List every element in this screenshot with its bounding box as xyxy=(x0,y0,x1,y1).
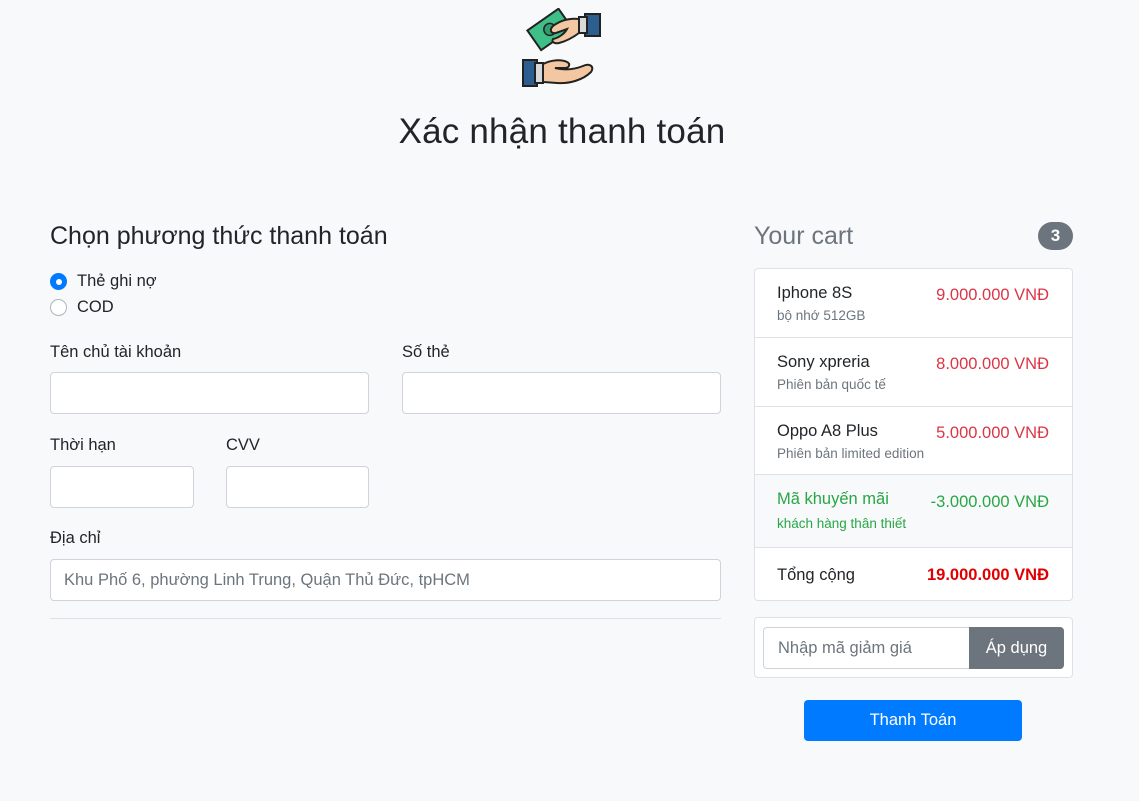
debit-label: Thẻ ghi nợ xyxy=(77,272,157,290)
page-title: Xác nhận thanh toán xyxy=(398,112,726,151)
coupon-input[interactable] xyxy=(763,627,969,669)
item-description: bộ nhớ 512GB xyxy=(777,308,866,323)
address-field[interactable] xyxy=(50,559,721,601)
account-name-field[interactable] xyxy=(50,372,369,414)
item-price: 9.000.000 VNĐ xyxy=(936,286,1049,304)
item-name: Oppo A8 Plus xyxy=(777,422,878,440)
address-label: Địa chỉ xyxy=(50,529,101,547)
cvv-field[interactable] xyxy=(226,466,369,508)
hand-giving-money-icon xyxy=(522,8,601,87)
promo-amount: -3.000.000 VNĐ xyxy=(930,493,1049,511)
payment-method-title: Chọn phương thức thanh toán xyxy=(50,222,388,250)
apply-coupon-button[interactable]: Áp dụng xyxy=(969,627,1064,669)
cart-count-badge: 3 xyxy=(1038,222,1073,250)
expiry-field[interactable] xyxy=(50,466,194,508)
promo-description: khách hàng thân thiết xyxy=(777,516,907,531)
cvv-label: CVV xyxy=(226,436,260,454)
promo-name: Mã khuyến mãi xyxy=(777,490,889,508)
expiry-label: Thời hạn xyxy=(50,436,116,454)
item-price: 8.000.000 VNĐ xyxy=(936,355,1049,373)
cod-radio[interactable] xyxy=(50,299,67,316)
item-name: Sony xpreria xyxy=(777,353,870,371)
cart-item: Iphone 8S bộ nhớ 512GB 9.000.000 VNĐ xyxy=(755,269,1072,338)
cart-list: Iphone 8S bộ nhớ 512GB 9.000.000 VNĐ Son… xyxy=(754,268,1073,601)
payment-method-cod[interactable]: COD xyxy=(50,298,114,317)
pay-button[interactable]: Thanh Toán xyxy=(804,700,1022,741)
debit-radio[interactable] xyxy=(50,273,67,290)
promo-row: Mã khuyến mãi khách hàng thân thiết -3.0… xyxy=(755,475,1072,548)
total-row: Tổng cộng 19.000.000 VNĐ xyxy=(755,548,1072,600)
cod-label: COD xyxy=(77,298,114,316)
card-number-label: Số thẻ xyxy=(402,343,450,361)
item-description: Phiên bản quốc tế xyxy=(777,377,886,392)
payment-method-debit[interactable]: Thẻ ghi nợ xyxy=(50,272,157,291)
card-number-field[interactable] xyxy=(402,372,721,414)
cart-title: Your cart xyxy=(754,222,854,250)
total-value: 19.000.000 VNĐ xyxy=(926,566,1049,584)
cart-header: Your cart 3 xyxy=(754,222,1073,252)
coupon-card: Áp dụng xyxy=(754,617,1073,678)
cart-item: Oppo A8 Plus Phiên bản limited edition 5… xyxy=(755,407,1072,475)
total-label: Tổng cộng xyxy=(777,566,855,584)
cart-item: Sony xpreria Phiên bản quốc tế 8.000.000… xyxy=(755,338,1072,407)
account-name-label: Tên chủ tài khoản xyxy=(50,343,182,361)
item-name: Iphone 8S xyxy=(777,284,853,302)
section-divider xyxy=(50,618,721,619)
item-price: 5.000.000 VNĐ xyxy=(936,424,1049,442)
item-description: Phiên bản limited edition xyxy=(777,446,925,461)
